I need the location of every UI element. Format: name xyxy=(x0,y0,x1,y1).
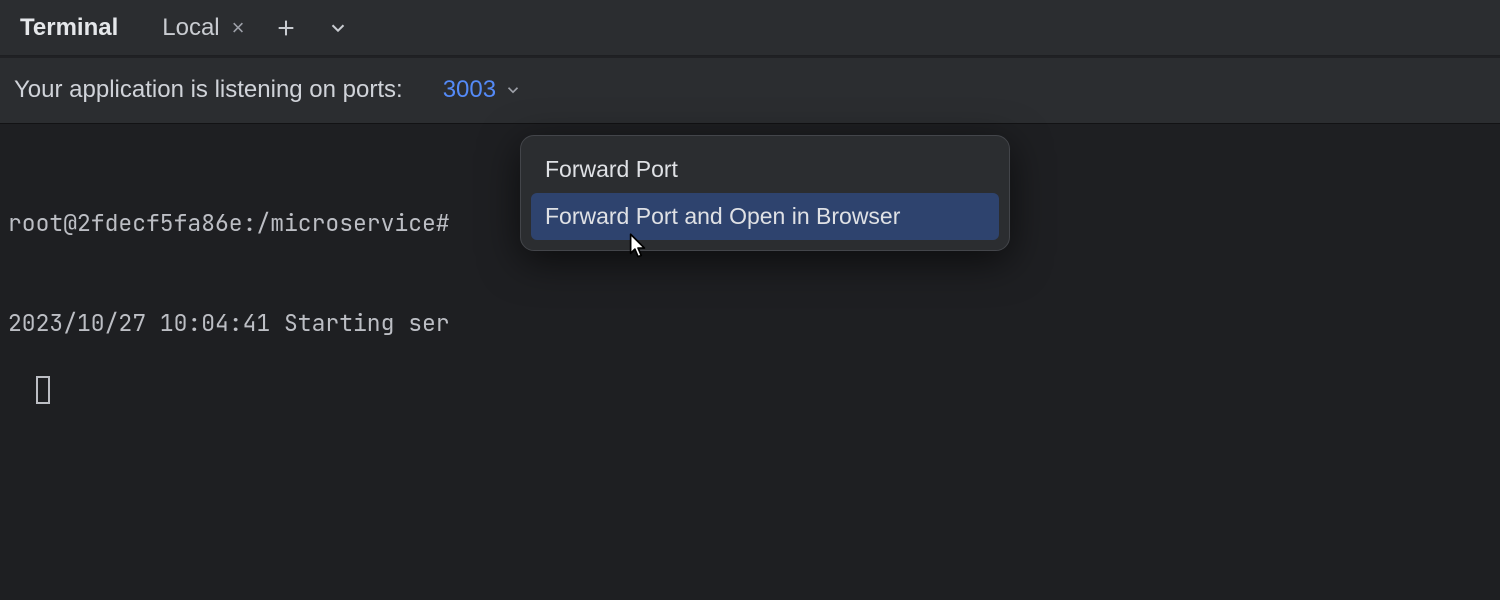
tab-label: Local xyxy=(162,14,219,42)
tab-local[interactable]: Local × xyxy=(154,0,252,55)
plus-icon xyxy=(275,17,297,39)
menu-item-forward-port-open-browser[interactable]: Forward Port and Open in Browser xyxy=(531,193,999,240)
menu-item-forward-port[interactable]: Forward Port xyxy=(531,146,999,193)
tab-more-button[interactable] xyxy=(320,10,356,46)
add-tab-button[interactable] xyxy=(268,10,304,46)
chevron-down-icon xyxy=(327,17,349,39)
close-icon[interactable]: × xyxy=(232,17,245,39)
port-forward-bar: Your application is listening on ports: … xyxy=(0,55,1500,123)
port-actions-menu: Forward Port Forward Port and Open in Br… xyxy=(520,135,1010,251)
terminal-tab-bar: Terminal Local × xyxy=(0,0,1500,55)
port-message: Your application is listening on ports: xyxy=(14,76,403,104)
port-number: 3003 xyxy=(443,76,496,104)
terminal-cursor xyxy=(36,376,50,404)
panel-title: Terminal xyxy=(20,14,118,42)
terminal-line: 2023/10/27 10:04:41 Starting ser xyxy=(8,307,1492,340)
port-dropdown[interactable]: 3003 xyxy=(443,76,522,104)
chevron-down-icon xyxy=(504,81,522,99)
